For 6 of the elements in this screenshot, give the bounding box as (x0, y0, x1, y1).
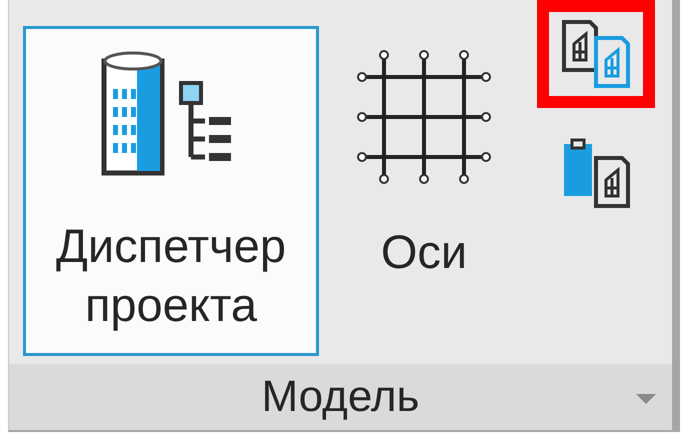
copy-button[interactable] (537, 0, 655, 108)
copy-icon (560, 18, 632, 90)
panel-title: Модель (262, 372, 420, 422)
grids-button[interactable]: Оси (339, 26, 509, 356)
project-manager-button[interactable]: Диспетчер проекта (23, 26, 319, 356)
grid-icon (356, 49, 492, 185)
